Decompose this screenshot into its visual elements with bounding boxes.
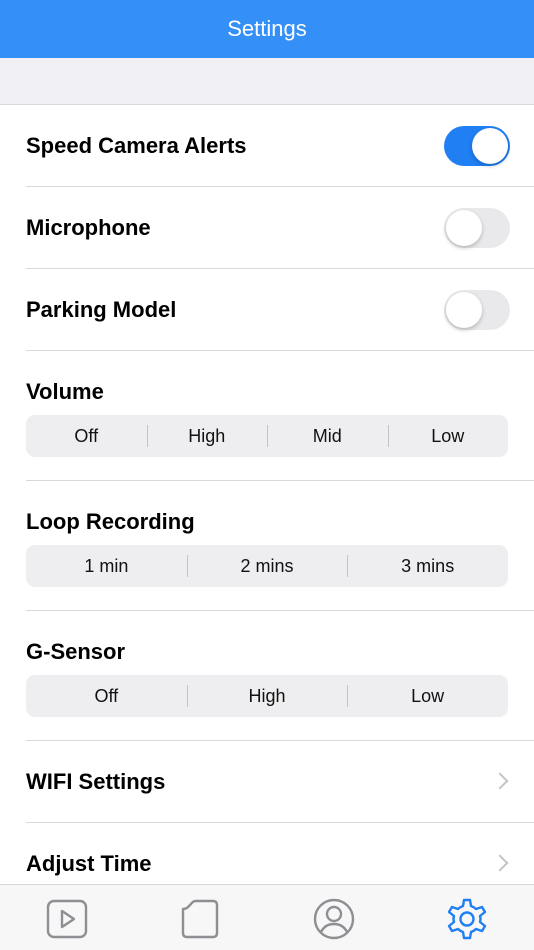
parking-model-switch[interactable] [444, 290, 510, 330]
tab-videos[interactable] [45, 897, 89, 941]
tab-profile[interactable] [312, 897, 356, 941]
speed-camera-alerts-switch[interactable] [444, 126, 510, 166]
chevron-right-icon [491, 772, 509, 790]
loop-option-3-mins[interactable]: 3 mins [347, 555, 508, 577]
volume-segmented-control: Off High Mid Low [26, 415, 508, 457]
tab-files[interactable] [178, 897, 222, 941]
tab-bar [0, 884, 534, 950]
setting-label: Parking Model [26, 297, 177, 322]
setting-label: Speed Camera Alerts [26, 133, 247, 158]
setting-label: G-Sensor [26, 639, 126, 664]
volume-option-mid[interactable]: Mid [267, 425, 388, 447]
settings-list: Speed Camera Alerts Microphone Parking M… [0, 105, 534, 905]
loop-recording-segmented-control: 1 min 2 mins 3 mins [26, 545, 508, 587]
navigation-bar: Settings [0, 0, 534, 58]
gear-icon [447, 898, 487, 940]
setting-row-g-sensor: G-Sensor Off High Low [0, 611, 534, 741]
switch-knob [446, 292, 482, 328]
setting-label: Adjust Time [26, 851, 152, 876]
g-sensor-option-off[interactable]: Off [26, 686, 187, 707]
setting-label: Microphone [26, 215, 151, 240]
video-play-icon [46, 899, 88, 939]
volume-option-low[interactable]: Low [387, 425, 509, 447]
volume-option-off[interactable]: Off [26, 426, 147, 447]
profile-icon [313, 898, 355, 940]
wifi-settings-row[interactable]: WIFI Settings [0, 741, 534, 823]
microphone-switch[interactable] [444, 208, 510, 248]
setting-row-microphone: Microphone [0, 187, 534, 269]
section-spacer [0, 58, 534, 105]
g-sensor-option-low[interactable]: Low [347, 685, 508, 707]
folder-icon [181, 899, 219, 939]
g-sensor-option-high[interactable]: High [186, 685, 348, 707]
setting-row-speed-camera-alerts: Speed Camera Alerts [0, 105, 534, 187]
setting-label: Volume [26, 379, 104, 404]
page-title: Settings [227, 16, 307, 41]
loop-option-1-min[interactable]: 1 min [26, 556, 187, 577]
switch-knob [446, 210, 482, 246]
setting-label: Loop Recording [26, 509, 195, 534]
g-sensor-segmented-control: Off High Low [26, 675, 508, 717]
setting-row-volume: Volume Off High Mid Low [0, 351, 534, 481]
setting-label: WIFI Settings [26, 769, 166, 794]
tab-settings[interactable] [445, 897, 489, 941]
chevron-right-icon [491, 854, 509, 872]
switch-knob [472, 128, 508, 164]
loop-option-2-mins[interactable]: 2 mins [186, 555, 348, 577]
setting-row-loop-recording: Loop Recording 1 min 2 mins 3 mins [0, 481, 534, 611]
volume-option-high[interactable]: High [146, 425, 268, 447]
setting-row-parking-model: Parking Model [0, 269, 534, 351]
